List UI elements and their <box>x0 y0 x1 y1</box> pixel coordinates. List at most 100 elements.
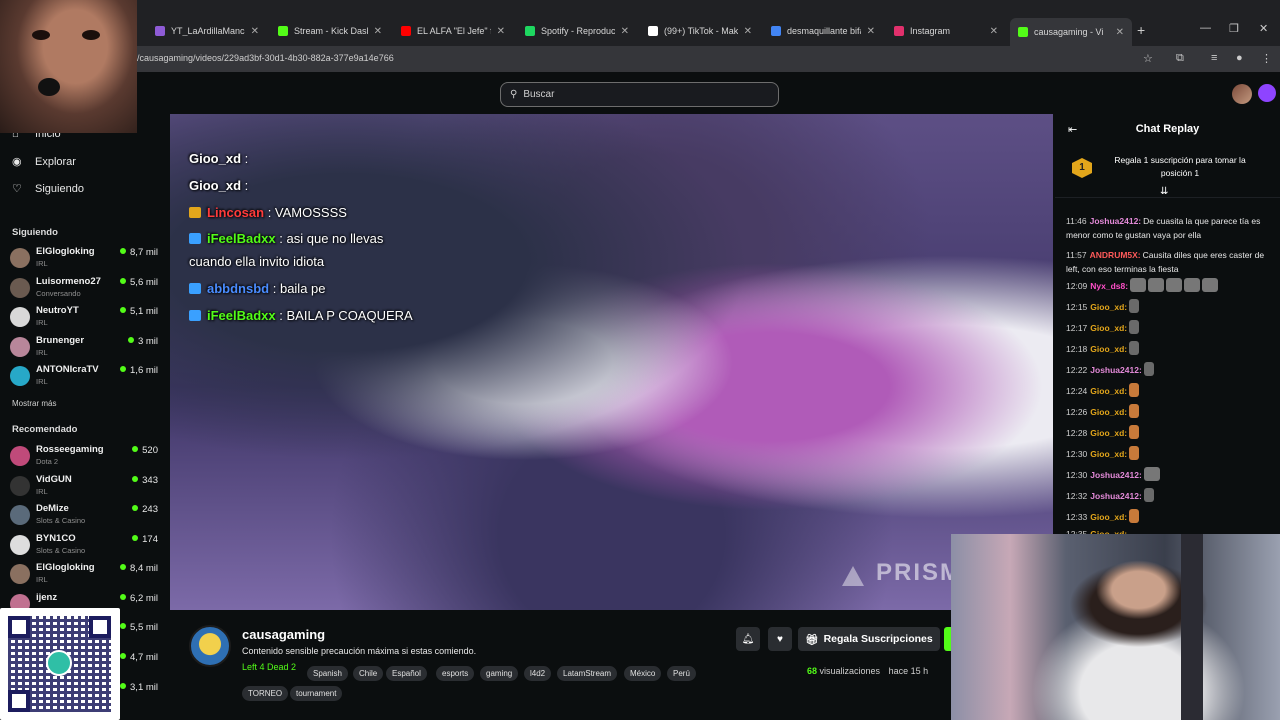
sidebar-channel[interactable]: Luisormeno27 Conversando 5,6 mil <box>10 276 160 302</box>
tag-chip[interactable]: esports <box>436 666 475 681</box>
channel-avatar <box>10 366 30 386</box>
sidebar-channel[interactable]: NeutroYT IRL 5,1 mil <box>10 305 160 331</box>
chat-username[interactable]: Gioo_xd: <box>1090 386 1127 396</box>
chat-message: 12:24 Gioo_xd: <box>1066 383 1276 398</box>
minimize-button[interactable]: — <box>1200 22 1211 34</box>
chat-message: 11:46 Joshua2412: De cuasita la que parece… <box>1066 214 1276 242</box>
notifications-bell-button[interactable]: 🔔︎ <box>736 627 760 651</box>
profile-icon[interactable]: ● <box>1236 52 1243 64</box>
emote-icon <box>1129 404 1140 418</box>
close-tab-icon[interactable]: ✕ <box>744 26 752 37</box>
expand-chevron-icon[interactable]: ⇊ <box>1160 186 1168 197</box>
sidebar-channel[interactable]: VidGUN IRL 343 <box>10 474 160 500</box>
close-tab-icon[interactable]: ✕ <box>251 26 259 37</box>
channel-avatar[interactable] <box>189 625 231 667</box>
follow-heart-button[interactable]: ♥ <box>768 627 792 651</box>
tag-chip[interactable]: Spanish <box>307 666 348 681</box>
chat-username[interactable]: Joshua2412: <box>1090 491 1142 501</box>
close-tab-icon[interactable]: ✕ <box>374 26 382 37</box>
chat-message: 12:33 Gioo_xd: <box>1066 509 1276 524</box>
tag-chip[interactable]: México <box>624 666 662 681</box>
video-player[interactable]: PRISM Gioo_xd : Gioo_xd : Lincosan : VAMOS… <box>170 114 1053 610</box>
sidebar-nav-explorar[interactable]: ◉ Explorar <box>12 155 76 169</box>
tab-favicon-icon <box>155 26 165 36</box>
chat-replay-panel: ⇤ Chat Replay 1 Regala 1 suscripción par… <box>1055 114 1280 539</box>
browser-menu-icon[interactable]: ⋮ <box>1261 52 1272 65</box>
tag-chip[interactable]: Perú <box>667 666 696 681</box>
sidebar-nav-siguiendo[interactable]: ♡ Siguiendo <box>12 182 84 196</box>
browser-tab[interactable]: EL ALFA "El Jefe" ft. R ✕ <box>393 20 513 42</box>
search-placeholder: Buscar <box>523 89 555 100</box>
browser-tab[interactable]: Stream - Kick Dashbo ✕ <box>270 20 390 42</box>
browser-tab-strip: + — ❐ ✕ YT_LaArdillaManca ✕ Stream - Kick … <box>0 0 1280 46</box>
close-tab-icon[interactable]: ✕ <box>867 26 875 37</box>
close-tab-icon[interactable]: ✕ <box>497 26 505 37</box>
browser-tab[interactable]: (99+) TikTok - Make Y ✕ <box>640 20 760 42</box>
show-more-link[interactable]: Mostrar más <box>12 399 56 408</box>
viewer-count: 8,4 mil <box>120 563 158 574</box>
notifications-badge[interactable] <box>1258 84 1276 102</box>
pinned-gift-banner[interactable]: 1 Regala 1 suscripción para tomar la pos… <box>1055 148 1280 198</box>
video-chat-line: iFeelBadxx : asi que no llevas <box>189 231 383 246</box>
sidebar-channel[interactable]: Brunenger IRL 3 mil <box>10 335 160 361</box>
tag-chip[interactable]: TORNEO <box>242 686 289 701</box>
tag-chip[interactable]: l4d2 <box>524 666 552 681</box>
chat-username[interactable]: Gioo_xd: <box>1090 302 1127 312</box>
chat-username[interactable]: Gioo_xd: <box>1090 323 1127 333</box>
channel-category: Slots & Casino <box>36 516 86 525</box>
sidebar-channel[interactable]: ElGlogloking IRL 8,4 mil <box>10 562 160 588</box>
sidebar-channel[interactable]: ElGlogloking IRL 8,7 mil <box>10 246 160 272</box>
chat-username[interactable]: Gioo_xd: <box>1090 428 1127 438</box>
maximize-button[interactable]: ❐ <box>1229 22 1239 35</box>
user-avatar[interactable] <box>1232 84 1252 104</box>
channel-name[interactable]: causagaming <box>242 627 325 642</box>
nav-label: Siguiendo <box>35 182 84 195</box>
viewer-count: 1,6 mil <box>120 365 158 376</box>
sidebar-channel[interactable]: DeMize Slots & Casino 243 <box>10 503 160 529</box>
sidebar-channel[interactable]: Rosseegaming Dota 2 520 <box>10 444 160 470</box>
chat-username[interactable]: ANDRUM5X: <box>1090 250 1141 260</box>
tag-chip[interactable]: gaming <box>480 666 519 681</box>
extensions-icon[interactable]: ⧉ <box>1176 52 1184 65</box>
chat-username[interactable]: Joshua2412: <box>1090 470 1142 480</box>
new-tab-button[interactable]: + <box>1137 22 1145 38</box>
sidebar-channel[interactable]: ANTONIcraTV IRL 1,6 mil <box>10 364 160 390</box>
chat-timestamp: 12:33 <box>1066 512 1088 522</box>
chat-timestamp: 12:22 <box>1066 365 1088 375</box>
chat-username[interactable]: Gioo_xd: <box>1090 407 1127 417</box>
channel-category: Dota 2 <box>36 457 59 466</box>
sidebar-channel[interactable]: BYN1CO Slots & Casino 174 <box>10 533 160 559</box>
close-tab-icon[interactable]: ✕ <box>990 26 998 37</box>
media-controls-icon[interactable]: ≡ <box>1211 52 1217 64</box>
gift-subscriptions-button[interactable]: 🎁︎ Regala Suscripciones <box>798 627 940 651</box>
chat-username[interactable]: Gioo_xd: <box>1090 512 1127 522</box>
close-tab-icon[interactable]: ✕ <box>621 26 629 37</box>
chat-username[interactable]: Gioo_xd: <box>1090 344 1127 354</box>
browser-tab[interactable]: Instagram ✕ <box>886 20 1006 42</box>
close-window-button[interactable]: ✕ <box>1259 22 1268 35</box>
bookmark-star-icon[interactable]: ☆ <box>1143 52 1153 65</box>
close-tab-icon[interactable]: ✕ <box>1116 27 1124 38</box>
browser-tab[interactable]: Spotify - Reproductor ✕ <box>517 20 637 42</box>
chat-username[interactable]: Joshua2412: <box>1090 216 1142 226</box>
viewer-count: 5,1 mil <box>120 306 158 317</box>
video-chat-text: : VAMOSSSS <box>267 205 347 220</box>
tag-chip[interactable]: Chile <box>353 666 384 681</box>
tag-chip[interactable]: Español <box>386 666 427 681</box>
url-field[interactable]: /causagaming/videos/229ad3bf-30d1-4b30-8… <box>137 53 394 63</box>
chat-username[interactable]: Joshua2412: <box>1090 365 1142 375</box>
chat-username[interactable]: Nyx_ds8: <box>1090 281 1128 291</box>
game-category-link[interactable]: Left 4 Dead 2 <box>242 662 296 672</box>
search-input[interactable]: ⚲ Buscar <box>500 82 779 107</box>
emote-icon <box>1143 488 1154 502</box>
browser-tab[interactable]: desmaquillante bifas ✕ <box>763 20 883 42</box>
tag-chip[interactable]: tournament <box>290 686 343 701</box>
browser-tab[interactable]: causagaming - Vi ✕ <box>1010 18 1132 46</box>
qr-code <box>0 608 120 720</box>
chat-username[interactable]: Gioo_xd: <box>1090 449 1127 459</box>
tag-chip[interactable]: LatamStream <box>557 666 618 681</box>
tab-title: EL ALFA "El Jefe" ft. R <box>417 26 491 36</box>
chat-message: 11:57 ANDRUM5X: Causita diles que eres cas… <box>1066 248 1276 276</box>
browser-tab[interactable]: YT_LaArdillaManca ✕ <box>147 20 267 42</box>
viewer-count: 5,5 mil <box>120 622 158 633</box>
